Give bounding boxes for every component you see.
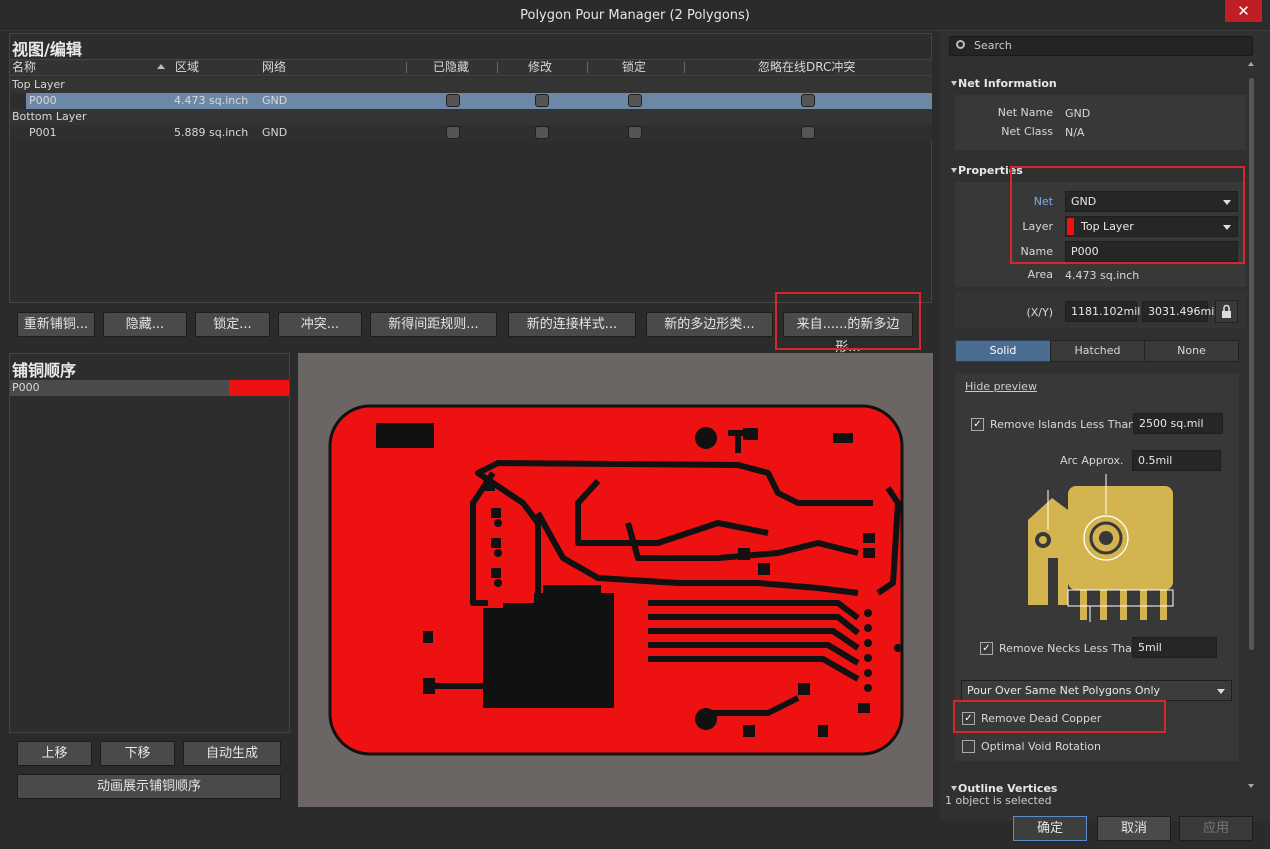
animate-order-button[interactable]: 动画展示铺铜顺序	[17, 774, 281, 799]
col-divider	[684, 62, 685, 73]
fill-tab-none[interactable]: None	[1144, 340, 1239, 362]
fill-tab-hatched[interactable]: Hatched	[1050, 340, 1145, 362]
highlight-box	[953, 700, 1166, 733]
modify-checkbox[interactable]	[535, 126, 549, 139]
remove-islands-checkbox[interactable]: ✓	[971, 418, 984, 431]
row-name: P001	[29, 126, 57, 139]
col-ignore-drc[interactable]: 忽略在线DRC冲突	[758, 59, 855, 76]
pour-order-panel	[9, 353, 290, 733]
polygon-preview-diagram	[1018, 470, 1198, 630]
net-name-value: GND	[1065, 107, 1091, 120]
col-divider	[587, 62, 588, 73]
row-net: GND	[262, 126, 288, 139]
remove-islands-field[interactable]: 2500 sq.mil	[1133, 413, 1223, 434]
locked-checkbox[interactable]	[628, 126, 642, 139]
hidden-checkbox[interactable]	[446, 94, 460, 107]
hide-preview-link[interactable]: Hide preview	[965, 380, 1037, 393]
area-label: Area	[1027, 268, 1053, 281]
group-top-layer[interactable]: Top Layer	[10, 77, 932, 93]
col-name[interactable]: 名称	[12, 59, 36, 76]
highlight-box	[1010, 166, 1245, 264]
lock-button[interactable]: 锁定...	[195, 312, 270, 337]
pcb-board-graphic	[328, 404, 904, 756]
pour-order-title: 铺铜顺序	[12, 361, 77, 380]
col-hidden[interactable]: 已隐藏	[433, 59, 469, 76]
remove-necks-field[interactable]: 5mil	[1132, 637, 1217, 658]
col-net[interactable]: 网络	[262, 59, 286, 76]
ignore-drc-checkbox[interactable]	[801, 126, 815, 139]
col-area[interactable]: 区域	[175, 59, 199, 76]
pour-item-name: P000	[12, 381, 40, 394]
fill-tab-solid[interactable]: Solid	[955, 340, 1051, 362]
net-info-section	[955, 95, 1246, 150]
net-class-value: N/A	[1065, 126, 1085, 139]
selection-status: 1 object is selected	[945, 794, 1052, 807]
lock-button[interactable]	[1215, 300, 1238, 323]
scrollbar-thumb[interactable]	[1249, 78, 1254, 650]
scroll-down-icon[interactable]	[1248, 784, 1254, 788]
arc-approx-field[interactable]: 0.5mil	[1132, 450, 1221, 471]
search-input[interactable]: Search	[974, 37, 1012, 55]
xy-label: (X/Y)	[1026, 306, 1053, 319]
view-edit-title: 视图/编辑	[12, 40, 82, 59]
optimal-void-checkbox[interactable]	[962, 740, 975, 753]
close-button[interactable]: ✕	[1225, 0, 1262, 22]
table-row[interactable]	[10, 125, 932, 141]
net-info-header[interactable]: Net Information	[958, 77, 1057, 91]
row-name: P000	[29, 94, 57, 107]
col-divider	[497, 62, 498, 73]
pad-diagram-graphic	[1028, 474, 1174, 622]
row-area: 5.889 sq.inch	[174, 126, 249, 139]
scroll-up-icon[interactable]	[1248, 62, 1254, 66]
pour-item-color	[229, 380, 289, 396]
new-polygon-class-button[interactable]: 新的多边形类...	[646, 312, 773, 337]
locked-checkbox[interactable]	[628, 94, 642, 107]
move-up-button[interactable]: 上移	[17, 741, 92, 766]
net-name-label: Net Name	[997, 106, 1053, 119]
remove-islands-label: Remove Islands Less Than	[990, 418, 1136, 431]
search-icon	[956, 40, 965, 49]
col-locked[interactable]: 锁定	[622, 59, 646, 76]
x-field[interactable]: 1181.102mil	[1065, 301, 1140, 322]
col-divider	[406, 62, 407, 73]
hidden-checkbox[interactable]	[446, 126, 460, 139]
remove-necks-checkbox[interactable]: ✓	[980, 642, 993, 655]
ok-button[interactable]: 确定	[1013, 816, 1087, 841]
lock-icon	[1222, 304, 1231, 318]
pcb-preview	[298, 353, 933, 807]
conflict-button[interactable]: 冲突...	[278, 312, 362, 337]
table-row-selected[interactable]	[26, 93, 932, 109]
col-modify[interactable]: 修改	[528, 59, 552, 76]
repour-button[interactable]: 重新铺铜...	[17, 312, 95, 337]
apply-button[interactable]: 应用	[1179, 816, 1253, 841]
arc-approx-label: Arc Approx.	[1060, 454, 1124, 467]
remove-necks-label: Remove Necks Less Than	[999, 642, 1139, 655]
area-value: 4.473 sq.inch	[1065, 269, 1140, 282]
hide-button[interactable]: 隐藏...	[103, 312, 187, 337]
cancel-button[interactable]: 取消	[1097, 816, 1171, 841]
new-connect-style-button[interactable]: 新的连接样式...	[508, 312, 636, 337]
row-area: 4.473 sq.inch	[174, 94, 249, 107]
auto-generate-button[interactable]: 自动生成	[183, 741, 281, 766]
net-class-label: Net Class	[1001, 125, 1053, 138]
collapse-icon[interactable]	[951, 81, 957, 86]
row-net: GND	[262, 94, 288, 107]
highlight-box	[775, 292, 921, 350]
new-clearance-rule-button[interactable]: 新得间距规则...	[370, 312, 497, 337]
chevron-down-icon	[1217, 689, 1225, 694]
window-title: Polygon Pour Manager (2 Polygons)	[520, 8, 750, 23]
pour-over-value: Pour Over Same Net Polygons Only	[967, 684, 1161, 697]
modify-checkbox[interactable]	[535, 94, 549, 107]
pour-over-dropdown[interactable]: Pour Over Same Net Polygons Only	[961, 680, 1232, 701]
group-bottom-layer[interactable]: Bottom Layer	[10, 109, 932, 125]
optimal-void-label: Optimal Void Rotation	[981, 740, 1101, 753]
move-down-button[interactable]: 下移	[100, 741, 175, 766]
y-field[interactable]: 3031.496mi	[1142, 301, 1214, 322]
ignore-drc-checkbox[interactable]	[801, 94, 815, 107]
sort-asc-icon[interactable]	[157, 64, 165, 69]
collapse-icon[interactable]	[951, 786, 957, 791]
collapse-icon[interactable]	[951, 168, 957, 173]
